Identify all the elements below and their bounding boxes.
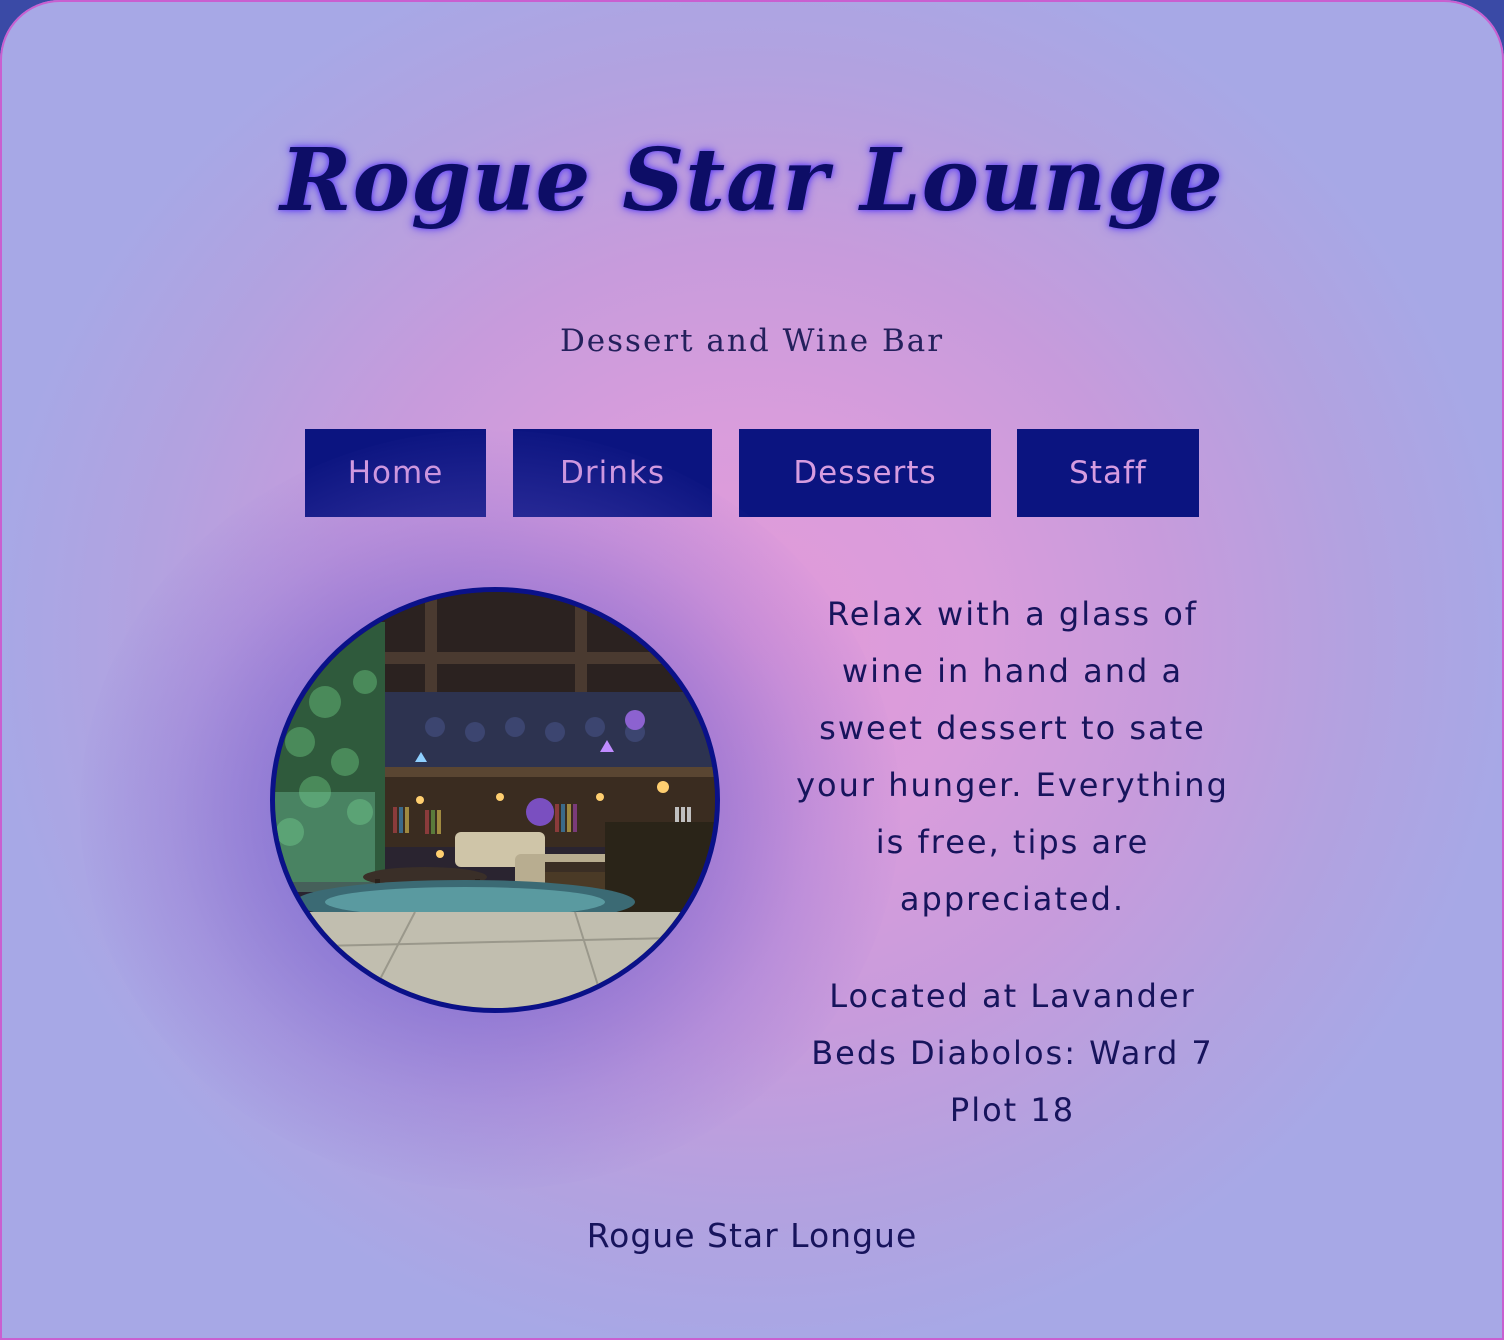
intro-text: Relax with a glass of wine in hand and a… [796, 595, 1229, 918]
site-title: Rogue Star Lounge [280, 130, 1224, 231]
location-text: Located at Lavander Beds Diabolos: Ward … [811, 977, 1214, 1129]
lounge-interior-photo [270, 587, 720, 1013]
footer-text: Rogue Star Longue [586, 1216, 918, 1255]
site-subtitle: Dessert and Wine Bar [559, 323, 945, 359]
page-container: Rogue Star Lounge Dessert and Wine Bar H… [0, 0, 1504, 1340]
nav-staff-button[interactable]: Staff [1017, 429, 1199, 517]
nav-desserts-button[interactable]: Desserts [739, 429, 991, 517]
